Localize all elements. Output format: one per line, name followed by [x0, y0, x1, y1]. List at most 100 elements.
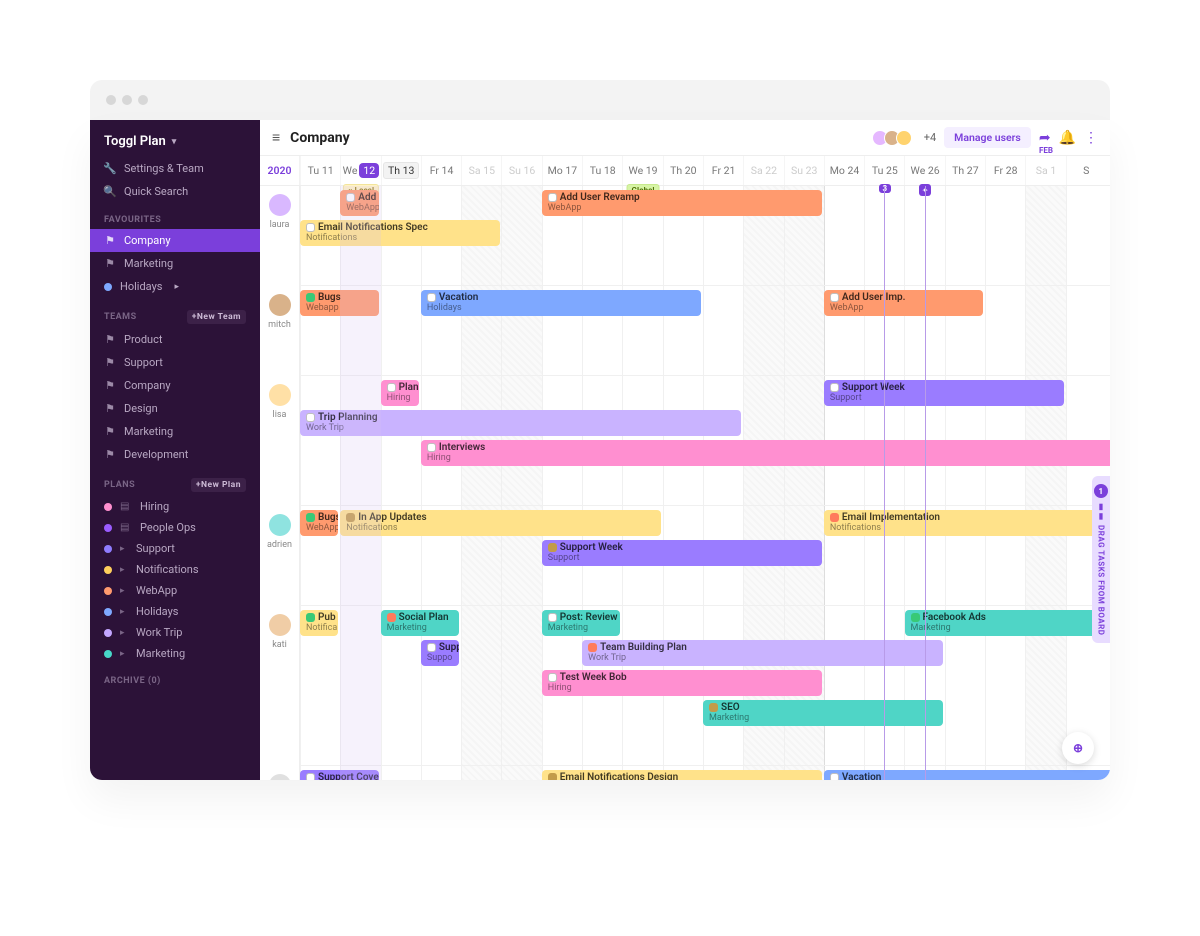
day-2[interactable]: Th 13: [381, 156, 421, 185]
avatar-more-count[interactable]: +4: [924, 131, 936, 144]
timeline-row[interactable]: BugsWebappVacationHolidaysAdd User Imp.W…: [300, 286, 1110, 376]
day-12[interactable]: Su 23: [784, 156, 824, 185]
task-in-app-updates[interactable]: In App UpdatesNotifications: [340, 510, 660, 536]
task-seo[interactable]: SEOMarketing: [703, 700, 943, 726]
task-team-building-plan[interactable]: Team Building PlanWork Trip: [582, 640, 943, 666]
settings-team[interactable]: 🔧 Settings & Team: [90, 157, 260, 180]
task-email-notifications-spec[interactable]: Email Notifications SpecNotifications: [300, 220, 500, 246]
task-plan[interactable]: PlanHiring: [381, 380, 419, 406]
person-kati[interactable]: kati: [260, 606, 299, 766]
day-4[interactable]: Sa 15: [461, 156, 501, 185]
plan-people-ops[interactable]: ▤People Ops: [90, 517, 260, 538]
day-5[interactable]: Su 16: [501, 156, 541, 185]
day-0[interactable]: Tu 11: [300, 156, 340, 185]
task-support-week[interactable]: Support WeekSupport: [824, 380, 1064, 406]
timeline-row[interactable]: AddWebAppAdd User RevampWebAppEmail Noti…: [300, 186, 1110, 286]
manage-users-button[interactable]: Manage users: [944, 127, 1031, 148]
plan-support[interactable]: ▸Support: [90, 538, 260, 559]
traffic-light-max[interactable]: [138, 95, 148, 105]
traffic-light-close[interactable]: [106, 95, 116, 105]
drag-tasks-tab[interactable]: 1 ▮▮ DRAG TASKS FROM BOARD: [1092, 476, 1110, 643]
team-label: Support: [124, 356, 163, 369]
task-supp[interactable]: SuppSuppo: [421, 640, 459, 666]
chevron-right-icon: ▸: [120, 649, 128, 659]
person-lisa[interactable]: lisa: [260, 376, 299, 506]
day-16[interactable]: Th 27: [945, 156, 985, 185]
person-mitch[interactable]: mitch: [260, 286, 299, 376]
day-1[interactable]: We12⚹ Local: [340, 156, 380, 185]
status-icon: [306, 513, 315, 522]
filter-icon[interactable]: ≡: [272, 129, 280, 146]
day-3[interactable]: Fr 14: [421, 156, 461, 185]
teams-header: TEAMS +New Team: [90, 298, 260, 328]
year-cell[interactable]: 2020: [260, 156, 300, 185]
task-vacation[interactable]: VacationHolidays: [421, 290, 701, 316]
quick-search[interactable]: 🔍 Quick Search: [90, 180, 260, 203]
avatar: [269, 384, 291, 406]
team-design[interactable]: ⚑Design: [90, 397, 260, 420]
task-pub[interactable]: PubNotifica: [300, 610, 338, 636]
team-label: Development: [124, 448, 188, 461]
task-social-plan[interactable]: Social PlanMarketing: [381, 610, 460, 636]
fav-marketing[interactable]: ⚑Marketing: [90, 252, 260, 275]
plan-hiring[interactable]: ▤Hiring: [90, 496, 260, 517]
new-team-button[interactable]: +New Team: [187, 310, 246, 324]
person-adrien[interactable]: adrien: [260, 506, 299, 606]
day-15[interactable]: We 26✦: [904, 156, 944, 185]
day-6[interactable]: Mo 17: [542, 156, 582, 185]
fav-holidays[interactable]: Holidays▸: [90, 275, 260, 298]
dot-icon: [104, 650, 112, 658]
task-email-implementation[interactable]: Email ImplementationNotifications: [824, 510, 1110, 536]
header-avatars[interactable]: [872, 130, 912, 146]
archive-header[interactable]: ARCHIVE (0): [90, 664, 260, 690]
day-8[interactable]: We 19Global: [622, 156, 662, 185]
day-19[interactable]: S: [1066, 156, 1106, 185]
brand-menu[interactable]: Toggl Plan ▾: [90, 120, 260, 157]
dot-icon: [104, 608, 112, 616]
share-icon[interactable]: ➦: [1039, 130, 1051, 146]
plan-holidays[interactable]: ▸Holidays: [90, 601, 260, 622]
more-icon[interactable]: ⋮: [1084, 130, 1098, 146]
plan-notifications[interactable]: ▸Notifications: [90, 559, 260, 580]
task-test-week-bob[interactable]: Test Week BobHiring: [542, 670, 822, 696]
day-10[interactable]: Fr 21: [703, 156, 743, 185]
timeline-row[interactable]: PlanHiringSupport WeekSupportTrip Planni…: [300, 376, 1110, 506]
task-facebook-ads[interactable]: Facebook AdsMarketing: [905, 610, 1111, 636]
task-vacation[interactable]: VacationHolidays: [824, 770, 1110, 780]
task-add-user-revamp[interactable]: Add User RevampWebApp: [542, 190, 822, 216]
team-label: Product: [124, 333, 162, 346]
task-bugs[interactable]: BugsWebApp: [300, 510, 338, 536]
day-13[interactable]: Mo 24: [824, 156, 864, 185]
zoom-button[interactable]: ⊕: [1062, 732, 1094, 764]
fav-company[interactable]: ⚑Company: [90, 229, 260, 252]
plan-work-trip[interactable]: ▸Work Trip: [90, 622, 260, 643]
day-9[interactable]: Th 20: [663, 156, 703, 185]
day-17[interactable]: Fr 28: [985, 156, 1025, 185]
plan-marketing[interactable]: ▸Marketing: [90, 643, 260, 664]
day-14[interactable]: Tu 253: [864, 156, 904, 185]
team-support[interactable]: ⚑Support: [90, 351, 260, 374]
team-development[interactable]: ⚑Development: [90, 443, 260, 466]
person-laura[interactable]: laura: [260, 186, 299, 286]
task-post-review[interactable]: Post: ReviewMarketing: [542, 610, 621, 636]
timeline-row[interactable]: PubNotifica Social PlanMarketing Post: Rev…: [300, 606, 1110, 766]
task-support-week[interactable]: Support WeekSupport: [542, 540, 822, 566]
avatar: [269, 294, 291, 316]
plan-webapp[interactable]: ▸WebApp: [90, 580, 260, 601]
team-company[interactable]: ⚑Company: [90, 374, 260, 397]
day-18[interactable]: FEBSa 1: [1025, 156, 1065, 185]
task-email-notifications-design[interactable]: Email Notifications DesignNotifications: [542, 770, 822, 780]
day-7[interactable]: Tu 18: [582, 156, 622, 185]
timeline-row[interactable]: Support CoverSupportEmail Notifications …: [300, 766, 1110, 780]
task-interviews[interactable]: InterviewsHiring: [421, 440, 1110, 466]
new-plan-button[interactable]: +New Plan: [191, 478, 246, 492]
team-marketing[interactable]: ⚑Marketing: [90, 420, 260, 443]
traffic-light-min[interactable]: [122, 95, 132, 105]
timeline-row[interactable]: BugsWebAppIn App UpdatesNotifications Ema…: [300, 506, 1110, 606]
avatar[interactable]: [896, 130, 912, 146]
day-11[interactable]: Sa 22: [743, 156, 783, 185]
team-product[interactable]: ⚑Product: [90, 328, 260, 351]
bell-icon[interactable]: 🔔: [1059, 130, 1076, 146]
task-add-user-imp-[interactable]: Add User Imp.WebApp: [824, 290, 983, 316]
person-jozef[interactable]: jozef: [260, 766, 299, 780]
